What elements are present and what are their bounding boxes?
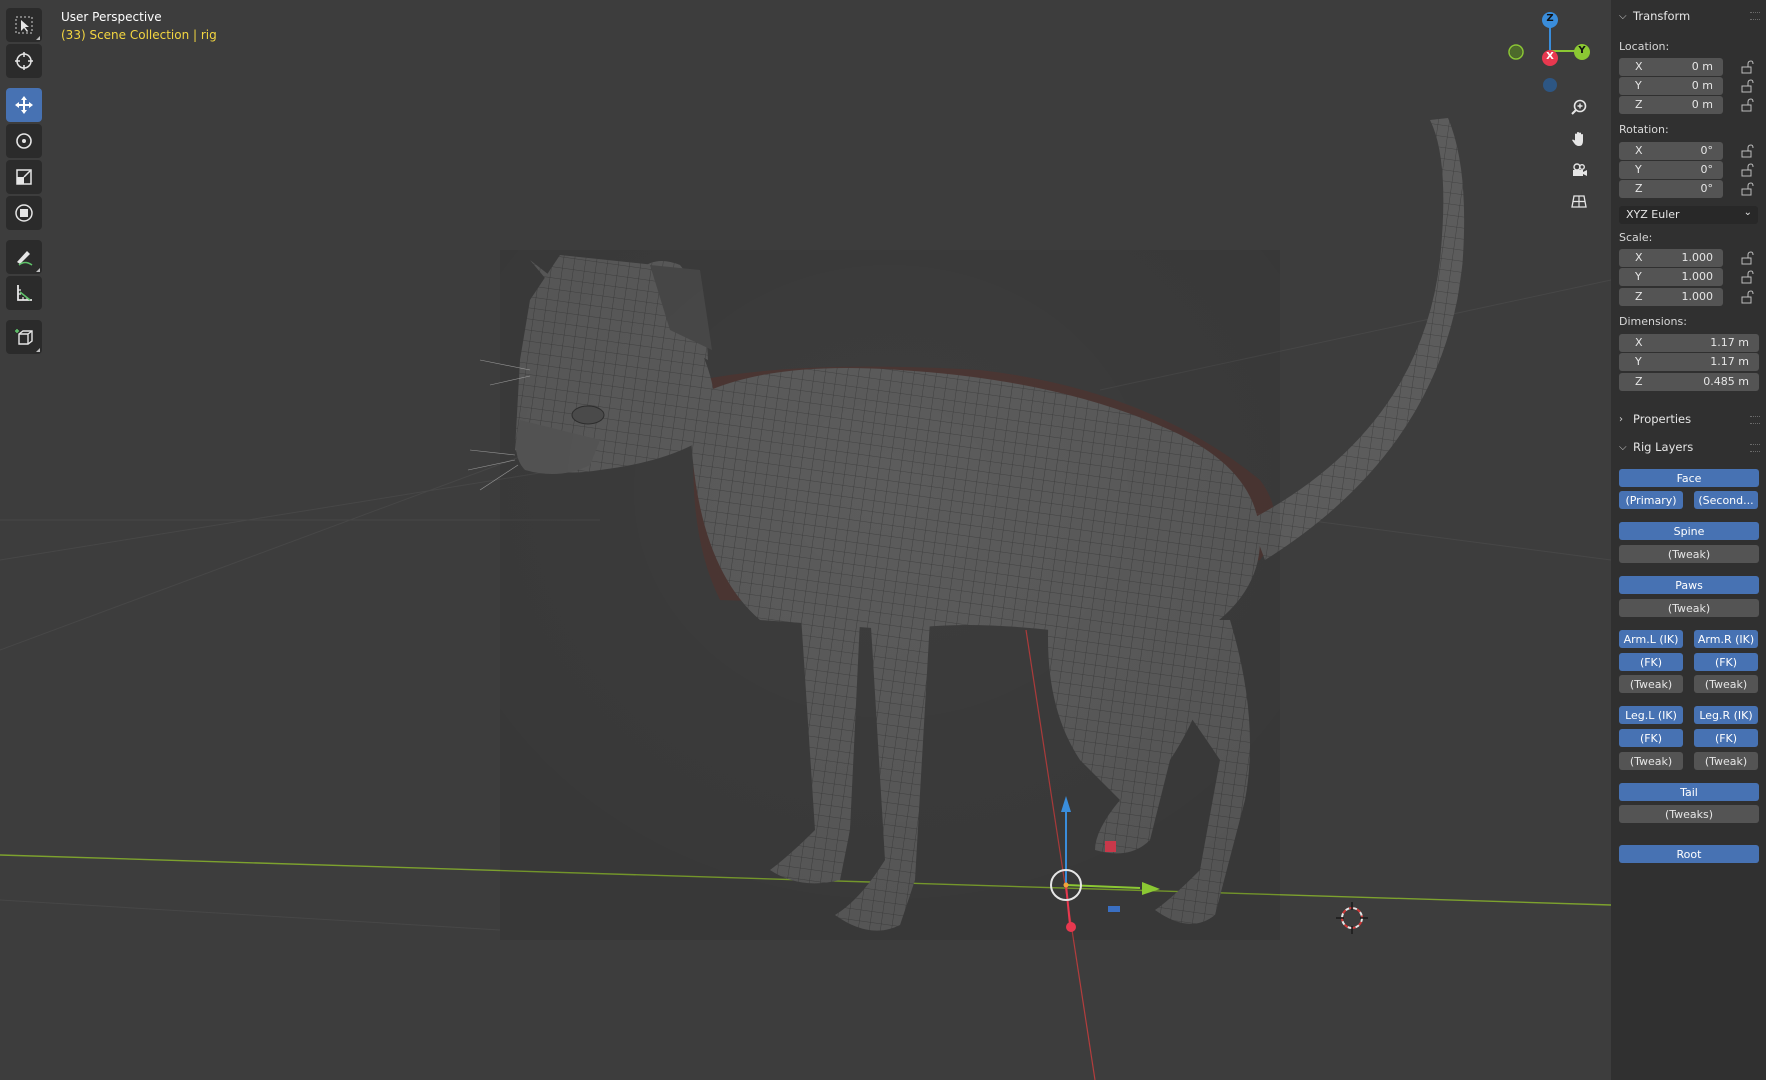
- cursor-tool[interactable]: [6, 44, 42, 78]
- layer-tail-button[interactable]: Tail: [1619, 783, 1759, 801]
- layer-arm-l-fk-button[interactable]: (FK): [1619, 653, 1683, 671]
- transform-icon: [15, 204, 33, 222]
- select-box-icon: [15, 16, 33, 34]
- camera-view-icon: [1573, 163, 1587, 176]
- rotation-mode-select[interactable]: XYZ Euler ⌄: [1619, 206, 1758, 224]
- panel-grip-icon[interactable]: [1750, 444, 1760, 452]
- add-cube-icon: [15, 329, 33, 345]
- lock-icon[interactable]: [1740, 98, 1754, 112]
- transform-section-header[interactable]: ⌵ Transform: [1619, 9, 1690, 23]
- layer-paws-button[interactable]: Paws: [1619, 576, 1759, 594]
- measure-icon: [17, 285, 32, 301]
- lock-icon[interactable]: [1740, 79, 1754, 93]
- add-cube-tool[interactable]: [6, 320, 42, 354]
- location-z-field[interactable]: Z0 m: [1619, 96, 1723, 114]
- tool-shelf: [4, 6, 44, 356]
- rotate-icon: [16, 133, 32, 149]
- rotation-z-field[interactable]: Z 0°: [1619, 180, 1723, 198]
- chevron-down-icon: ⌵: [1619, 441, 1627, 453]
- scale-x-field[interactable]: X 1.000: [1619, 249, 1723, 267]
- scale-y-field[interactable]: Y 1.000: [1619, 268, 1723, 286]
- sidebar-panel: ⌵ Transform Location: X0 m Y0 m Z0 m Rota…: [1611, 0, 1766, 1080]
- rotation-y-field[interactable]: Y 0°: [1619, 161, 1723, 179]
- chevron-down-icon: ⌄: [1743, 207, 1752, 218]
- annotate-icon: [17, 251, 33, 266]
- layer-leg-l-fk-button[interactable]: (FK): [1619, 729, 1683, 747]
- lock-icon[interactable]: [1740, 182, 1754, 196]
- lock-icon[interactable]: [1740, 163, 1754, 177]
- dimensions-y-field[interactable]: Y 1.17 m: [1619, 353, 1759, 371]
- layer-arm-r-ik-button[interactable]: Arm.R (IK): [1694, 630, 1758, 648]
- location-x-field[interactable]: X0 m: [1619, 58, 1723, 76]
- rotation-label: Rotation:: [1619, 123, 1669, 136]
- lock-icon[interactable]: [1740, 290, 1754, 304]
- measure-tool[interactable]: [6, 276, 42, 310]
- zoom-button[interactable]: [1566, 94, 1592, 120]
- chevron-down-icon: ⌵: [1619, 10, 1627, 22]
- layer-leg-r-tweak-button[interactable]: (Tweak): [1694, 752, 1758, 770]
- gizmo-x-label: X: [1546, 51, 1554, 62]
- 3d-viewport[interactable]: User Perspective (33) Scene Collection |…: [0, 0, 1766, 1080]
- ortho-toggle-button[interactable]: [1566, 188, 1592, 214]
- lock-icon[interactable]: [1740, 251, 1754, 265]
- 3d-cursor: [1336, 902, 1368, 934]
- scale-tool[interactable]: [6, 160, 42, 194]
- lock-icon[interactable]: [1740, 60, 1754, 74]
- pan-button[interactable]: [1566, 126, 1592, 152]
- pan-hand-icon: [1572, 132, 1583, 146]
- gizmo-z-label: Z: [1546, 13, 1554, 24]
- layer-leg-r-fk-button[interactable]: (FK): [1694, 729, 1758, 747]
- layer-face-button[interactable]: Face: [1619, 469, 1759, 487]
- transform-tool[interactable]: [6, 196, 42, 230]
- properties-header-label: Properties: [1633, 412, 1692, 426]
- rotate-tool[interactable]: [6, 124, 42, 158]
- layer-leg-l-tweak-button[interactable]: (Tweak): [1619, 752, 1683, 770]
- layer-arm-l-tweak-button[interactable]: (Tweak): [1619, 675, 1683, 693]
- camera-view-button[interactable]: [1566, 157, 1592, 183]
- layer-leg-r-ik-button[interactable]: Leg.R (IK): [1694, 706, 1758, 724]
- lock-icon[interactable]: [1740, 270, 1754, 284]
- layer-spine-tweak-button[interactable]: (Tweak): [1619, 545, 1759, 563]
- cat-mesh: [467, 118, 1465, 940]
- layer-spine-button[interactable]: Spine: [1619, 522, 1759, 540]
- layer-arm-r-fk-button[interactable]: (FK): [1694, 653, 1758, 671]
- move-icon: [15, 96, 33, 114]
- viewport-collection-info: (33) Scene Collection | rig: [61, 28, 217, 42]
- select-box-tool[interactable]: [6, 8, 42, 42]
- layer-paws-tweak-button[interactable]: (Tweak): [1619, 599, 1759, 617]
- move-tool[interactable]: [6, 88, 42, 122]
- layer-face-primary-button[interactable]: (Primary): [1619, 491, 1683, 509]
- cursor-icon: [15, 52, 33, 70]
- layer-leg-l-ik-button[interactable]: Leg.L (IK): [1619, 706, 1683, 724]
- dimensions-label: Dimensions:: [1619, 315, 1687, 328]
- lock-icon[interactable]: [1740, 144, 1754, 158]
- ortho-grid-icon: [1571, 195, 1587, 208]
- panel-grip-icon[interactable]: [1750, 12, 1760, 20]
- viewport-title: User Perspective: [61, 10, 162, 24]
- rotation-x-field[interactable]: X 0°: [1619, 142, 1723, 160]
- panel-grip-icon[interactable]: [1750, 416, 1760, 424]
- scale-label: Scale:: [1619, 231, 1653, 244]
- location-label: Location:: [1619, 40, 1670, 53]
- layer-arm-r-tweak-button[interactable]: (Tweak): [1694, 675, 1758, 693]
- annotate-tool[interactable]: [6, 240, 42, 274]
- location-y-field[interactable]: Y0 m: [1619, 77, 1723, 95]
- dimensions-z-field[interactable]: Z 0.485 m: [1619, 373, 1759, 391]
- layer-face-secondary-button[interactable]: (Second...: [1694, 491, 1758, 509]
- layer-tail-tweaks-button[interactable]: (Tweaks): [1619, 805, 1759, 823]
- scale-icon: [16, 169, 32, 185]
- zoom-icon: [1571, 99, 1587, 115]
- rig-layers-header-label: Rig Layers: [1633, 440, 1694, 454]
- transform-header-label: Transform: [1633, 9, 1691, 23]
- properties-section-header[interactable]: › Properties: [1619, 412, 1691, 426]
- viewport-scene: [0, 118, 1611, 1080]
- rig-layers-section-header[interactable]: ⌵ Rig Layers: [1619, 440, 1693, 454]
- chevron-right-icon: ›: [1619, 413, 1623, 425]
- gizmo-y-label: Y: [1578, 45, 1586, 56]
- scale-z-field[interactable]: Z 1.000: [1619, 288, 1723, 306]
- dimensions-x-field[interactable]: X 1.17 m: [1619, 334, 1759, 352]
- layer-root-button[interactable]: Root: [1619, 845, 1759, 863]
- layer-arm-l-ik-button[interactable]: Arm.L (IK): [1619, 630, 1683, 648]
